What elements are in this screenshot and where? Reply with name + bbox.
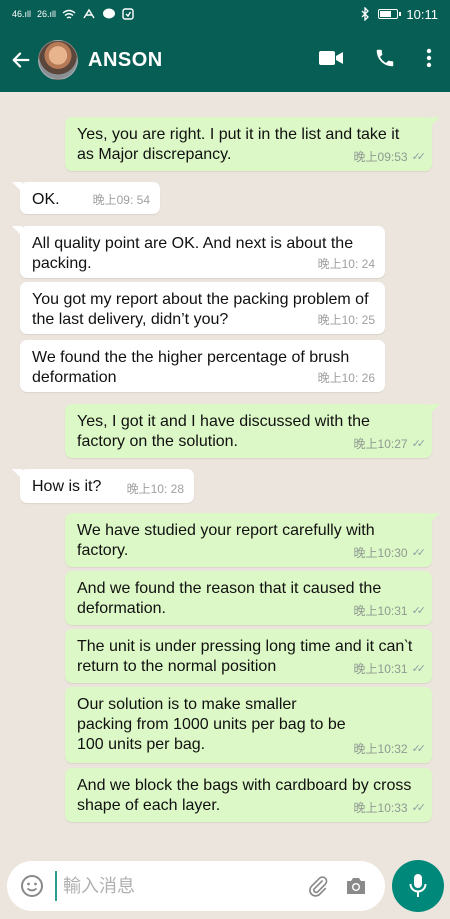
- message-incoming[interactable]: OK. 晚上09: 54: [12, 182, 160, 214]
- message-text: Yes, you are right. I put it in the list…: [77, 126, 400, 163]
- message-text: And we found the reason that it caused t…: [77, 580, 382, 617]
- message-time: 晚上10:33: [353, 801, 408, 815]
- message-outgoing[interactable]: We have studied your report carefully wi…: [65, 513, 440, 567]
- message-outgoing[interactable]: Yes, you are right. I put it in the list…: [65, 117, 440, 171]
- shield-icon: [122, 8, 134, 20]
- message-meta: 晚上10:27 ✓✓: [353, 434, 427, 454]
- signal-2: 26.ıll: [37, 9, 57, 19]
- microphone-icon: [409, 874, 427, 897]
- message-meta: 晚上10:31 ✓✓: [353, 601, 427, 621]
- read-receipt-icon: ✓✓: [411, 802, 427, 814]
- chat-bubble-icon: [103, 8, 116, 19]
- read-receipt-icon: ✓✓: [411, 605, 427, 617]
- message-meta: 晚上10: 24: [318, 254, 375, 274]
- message-time: 晚上10:30: [353, 546, 408, 560]
- message-incoming[interactable]: All quality point are OK. And next is ab…: [12, 226, 385, 278]
- message-meta: 晚上10:31 ✓✓: [353, 659, 427, 679]
- network-icon: [83, 8, 95, 19]
- message-input[interactable]: [55, 871, 299, 901]
- message-meta: 晚上10:30 ✓✓: [353, 543, 427, 563]
- message-time: 晚上10: 28: [126, 482, 184, 496]
- emoji-icon[interactable]: [15, 869, 49, 903]
- message-list[interactable]: Yes, you are right. I put it in the list…: [0, 92, 450, 852]
- message-field: [7, 861, 385, 911]
- message-time: 晚上10: 24: [317, 257, 375, 271]
- message-time: 晚上09: 54: [92, 193, 150, 207]
- bluetooth-icon: [361, 7, 370, 21]
- message-text: All quality point are OK. And next is ab…: [32, 235, 354, 272]
- message-meta: 晚上09:53 ✓✓: [353, 147, 427, 167]
- read-receipt-icon: ✓✓: [411, 151, 427, 163]
- read-receipt-icon: ✓✓: [411, 743, 427, 755]
- message-text: Yes, I got it and I have discussed with …: [77, 413, 370, 450]
- header-actions: [318, 47, 432, 74]
- message-meta: 晚上10:33 ✓✓: [353, 798, 427, 818]
- message-outgoing[interactable]: Our solution is to make smaller packing …: [65, 687, 432, 763]
- contact-name[interactable]: ANSON: [88, 49, 163, 72]
- message-meta: 晚上09: 54: [93, 190, 150, 210]
- message-meta: 晚上10:32 ✓✓: [353, 739, 427, 759]
- status-bar: 46.ıll 26.ıll 10:11: [0, 0, 450, 28]
- signal-1: 46.ıll: [12, 9, 32, 19]
- message-meta: 晚上10: 28: [127, 479, 184, 499]
- message-time: 晚上09:53: [353, 150, 408, 164]
- read-receipt-icon: ✓✓: [411, 438, 427, 450]
- message-text: How is it?: [32, 478, 102, 495]
- message-time: 晚上10:31: [353, 604, 408, 618]
- read-receipt-icon: ✓✓: [411, 663, 427, 675]
- attach-icon[interactable]: [299, 867, 337, 905]
- message-outgoing[interactable]: The unit is under pressing long time and…: [65, 629, 432, 683]
- status-time: 10:11: [406, 6, 438, 22]
- message-outgoing[interactable]: And we block the bags with cardboard by …: [65, 768, 432, 822]
- message-outgoing[interactable]: Yes, I got it and I have discussed with …: [65, 404, 440, 458]
- message-text: We have studied your report carefully wi…: [77, 522, 375, 559]
- back-arrow-icon[interactable]: [4, 43, 38, 77]
- message-time: 晚上10:31: [353, 662, 408, 676]
- wifi-icon: [62, 9, 76, 19]
- avatar[interactable]: [38, 40, 78, 80]
- input-bar: [0, 852, 450, 919]
- phone-icon[interactable]: [374, 47, 396, 74]
- camera-icon[interactable]: [337, 867, 375, 905]
- read-receipt-icon: ✓✓: [411, 547, 427, 559]
- status-right: 10:11: [360, 7, 438, 22]
- video-call-icon[interactable]: [318, 49, 344, 72]
- message-incoming[interactable]: We found the the higher percentage of br…: [20, 340, 385, 392]
- message-time: 晚上10: 26: [317, 371, 375, 385]
- message-incoming[interactable]: How is it? 晚上10: 28: [12, 469, 194, 503]
- message-text: OK.: [32, 191, 60, 208]
- message-incoming[interactable]: You got my report about the packing prob…: [20, 282, 385, 334]
- message-time: 晚上10: 25: [317, 313, 375, 327]
- message-time: 晚上10:27: [353, 437, 408, 451]
- message-outgoing[interactable]: And we found the reason that it caused t…: [65, 571, 432, 625]
- message-text: We found the the higher percentage of br…: [32, 349, 350, 386]
- message-meta: 晚上10: 26: [318, 368, 375, 388]
- status-left: 46.ıll 26.ıll: [12, 8, 134, 20]
- message-text: Our solution is to make smaller packing …: [77, 696, 346, 753]
- chat-header: ANSON: [0, 28, 450, 92]
- battery-icon: [378, 9, 402, 19]
- microphone-button[interactable]: [392, 860, 444, 912]
- message-meta: 晚上10: 25: [318, 310, 375, 330]
- more-vert-icon[interactable]: [426, 48, 432, 73]
- message-time: 晚上10:32: [353, 742, 408, 756]
